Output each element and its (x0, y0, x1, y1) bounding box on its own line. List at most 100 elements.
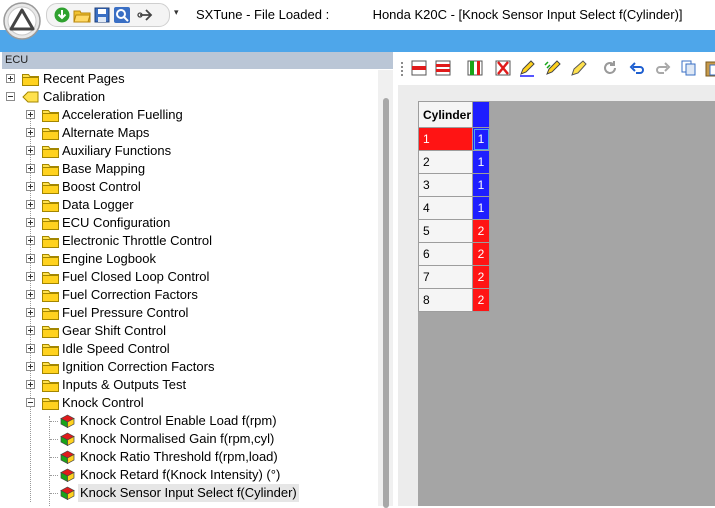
value-cell[interactable]: 2 (472, 242, 491, 266)
tree-label: Ignition Correction Factors (62, 359, 215, 374)
multi-edit-icon[interactable] (544, 59, 562, 77)
expand-icon[interactable] (26, 290, 35, 299)
expand-icon[interactable] (26, 146, 35, 155)
tree-label: Boost Control (62, 179, 141, 194)
cylinder-cell[interactable]: 4 (417, 196, 474, 220)
tree-scrollbar[interactable] (378, 70, 393, 508)
tree-label: Auxiliary Functions (62, 143, 172, 158)
add-row-icon[interactable] (410, 59, 428, 77)
connect-arrow-icon[interactable] (137, 6, 155, 24)
editor-toolbar (396, 52, 715, 84)
folder-icon (42, 380, 59, 392)
column-header-cylinder[interactable]: Cylinder (417, 101, 474, 128)
save-icon[interactable] (93, 6, 111, 24)
cylinder-cell[interactable]: 8 (417, 288, 474, 312)
value-cell[interactable]: 2 (472, 219, 491, 243)
folder-icon (42, 326, 59, 338)
value-cell[interactable]: 1 (472, 173, 491, 197)
cylinder-cell[interactable]: 6 (417, 242, 474, 266)
tree-label: Acceleration Fuelling (62, 107, 183, 122)
table-row: 11 (417, 127, 491, 151)
cylinder-cell[interactable]: 5 (417, 219, 474, 243)
value-cell[interactable]: 1 (472, 150, 491, 174)
expand-icon[interactable] (26, 110, 35, 119)
copy-icon[interactable] (680, 59, 698, 77)
expand-icon[interactable] (26, 380, 35, 389)
quick-access-dropdown[interactable]: ▾ (174, 7, 179, 18)
delete-row-icon[interactable] (434, 59, 452, 77)
value-cell[interactable]: 1 (472, 127, 491, 151)
collapse-icon[interactable] (6, 92, 15, 101)
folder-icon (42, 272, 59, 284)
expand-icon[interactable] (6, 74, 15, 83)
folder-icon (42, 182, 59, 194)
quick-access-toolbar (46, 3, 170, 27)
tree-label: Gear Shift Control (62, 323, 167, 338)
app-logo-icon[interactable] (2, 1, 42, 41)
ecu-tree: Recent Pages Calibration Acceleration Fu… (0, 70, 378, 506)
ribbon-band (0, 30, 715, 52)
panel-title: ECU (2, 52, 393, 69)
expand-icon[interactable] (26, 200, 35, 209)
expand-icon[interactable] (26, 218, 35, 227)
table-row: 82 (417, 288, 491, 312)
folder-icon (42, 344, 59, 356)
expand-icon[interactable] (26, 128, 35, 137)
map-table-icon (60, 450, 75, 464)
folder-icon (42, 200, 59, 212)
folder-icon (42, 398, 59, 410)
tree-label: Engine Logbook (62, 251, 156, 266)
search-icon[interactable] (113, 6, 131, 24)
folder-icon (42, 164, 59, 176)
collapse-icon[interactable] (26, 398, 35, 407)
open-folder-icon[interactable] (73, 6, 91, 24)
expand-icon[interactable] (26, 272, 35, 281)
expand-icon[interactable] (26, 182, 35, 191)
delete-column-icon[interactable] (494, 59, 512, 77)
grid-background: Cylinder 1121314152627282 (417, 101, 715, 506)
edit-cells-icon[interactable] (518, 59, 536, 77)
table-row: 41 (417, 196, 491, 220)
value-cell[interactable]: 2 (472, 288, 491, 312)
cylinder-cell[interactable]: 7 (417, 265, 474, 289)
folder-icon (42, 308, 59, 320)
grid-area: Cylinder 1121314152627282 (398, 85, 715, 506)
table-row: 31 (417, 173, 491, 197)
scrollbar-thumb[interactable] (383, 98, 389, 508)
download-icon[interactable] (53, 6, 71, 24)
undo-icon[interactable] (628, 59, 646, 77)
expand-icon[interactable] (26, 326, 35, 335)
tree-connector (50, 493, 58, 494)
tree-label: Knock Ratio Threshold f(rpm,load) (80, 449, 278, 464)
add-column-icon[interactable] (466, 59, 484, 77)
ecu-panel: ECU Recent Pages Calibration Acceleratio… (0, 52, 393, 508)
table-row: 72 (417, 265, 491, 289)
redo-icon[interactable] (654, 59, 672, 77)
tree-label: Base Mapping (62, 161, 146, 176)
value-cell[interactable]: 1 (472, 196, 491, 220)
pencil-icon[interactable] (570, 59, 588, 77)
folder-icon (42, 254, 59, 266)
value-cell[interactable]: 2 (472, 265, 491, 289)
toolbar-grip (401, 62, 403, 76)
expand-icon[interactable] (26, 164, 35, 173)
tree-label: Electronic Throttle Control (62, 233, 213, 248)
cylinder-cell[interactable]: 2 (417, 150, 474, 174)
paste-icon[interactable] (704, 59, 715, 77)
cylinder-cell[interactable]: 1 (417, 127, 474, 151)
expand-icon[interactable] (26, 236, 35, 245)
folder-icon (42, 218, 59, 230)
map-table-icon (60, 468, 75, 482)
expand-icon[interactable] (26, 308, 35, 317)
folder-icon (42, 146, 59, 158)
column-header-value[interactable] (472, 101, 491, 128)
refresh-icon[interactable] (601, 59, 619, 77)
folder-icon (42, 236, 59, 248)
tree-label: Inputs & Outputs Test (62, 377, 187, 392)
expand-icon[interactable] (26, 254, 35, 263)
calibration-icon (22, 91, 39, 103)
expand-icon[interactable] (26, 344, 35, 353)
cylinder-cell[interactable]: 3 (417, 173, 474, 197)
expand-icon[interactable] (26, 362, 35, 371)
map-table-icon (60, 414, 75, 428)
